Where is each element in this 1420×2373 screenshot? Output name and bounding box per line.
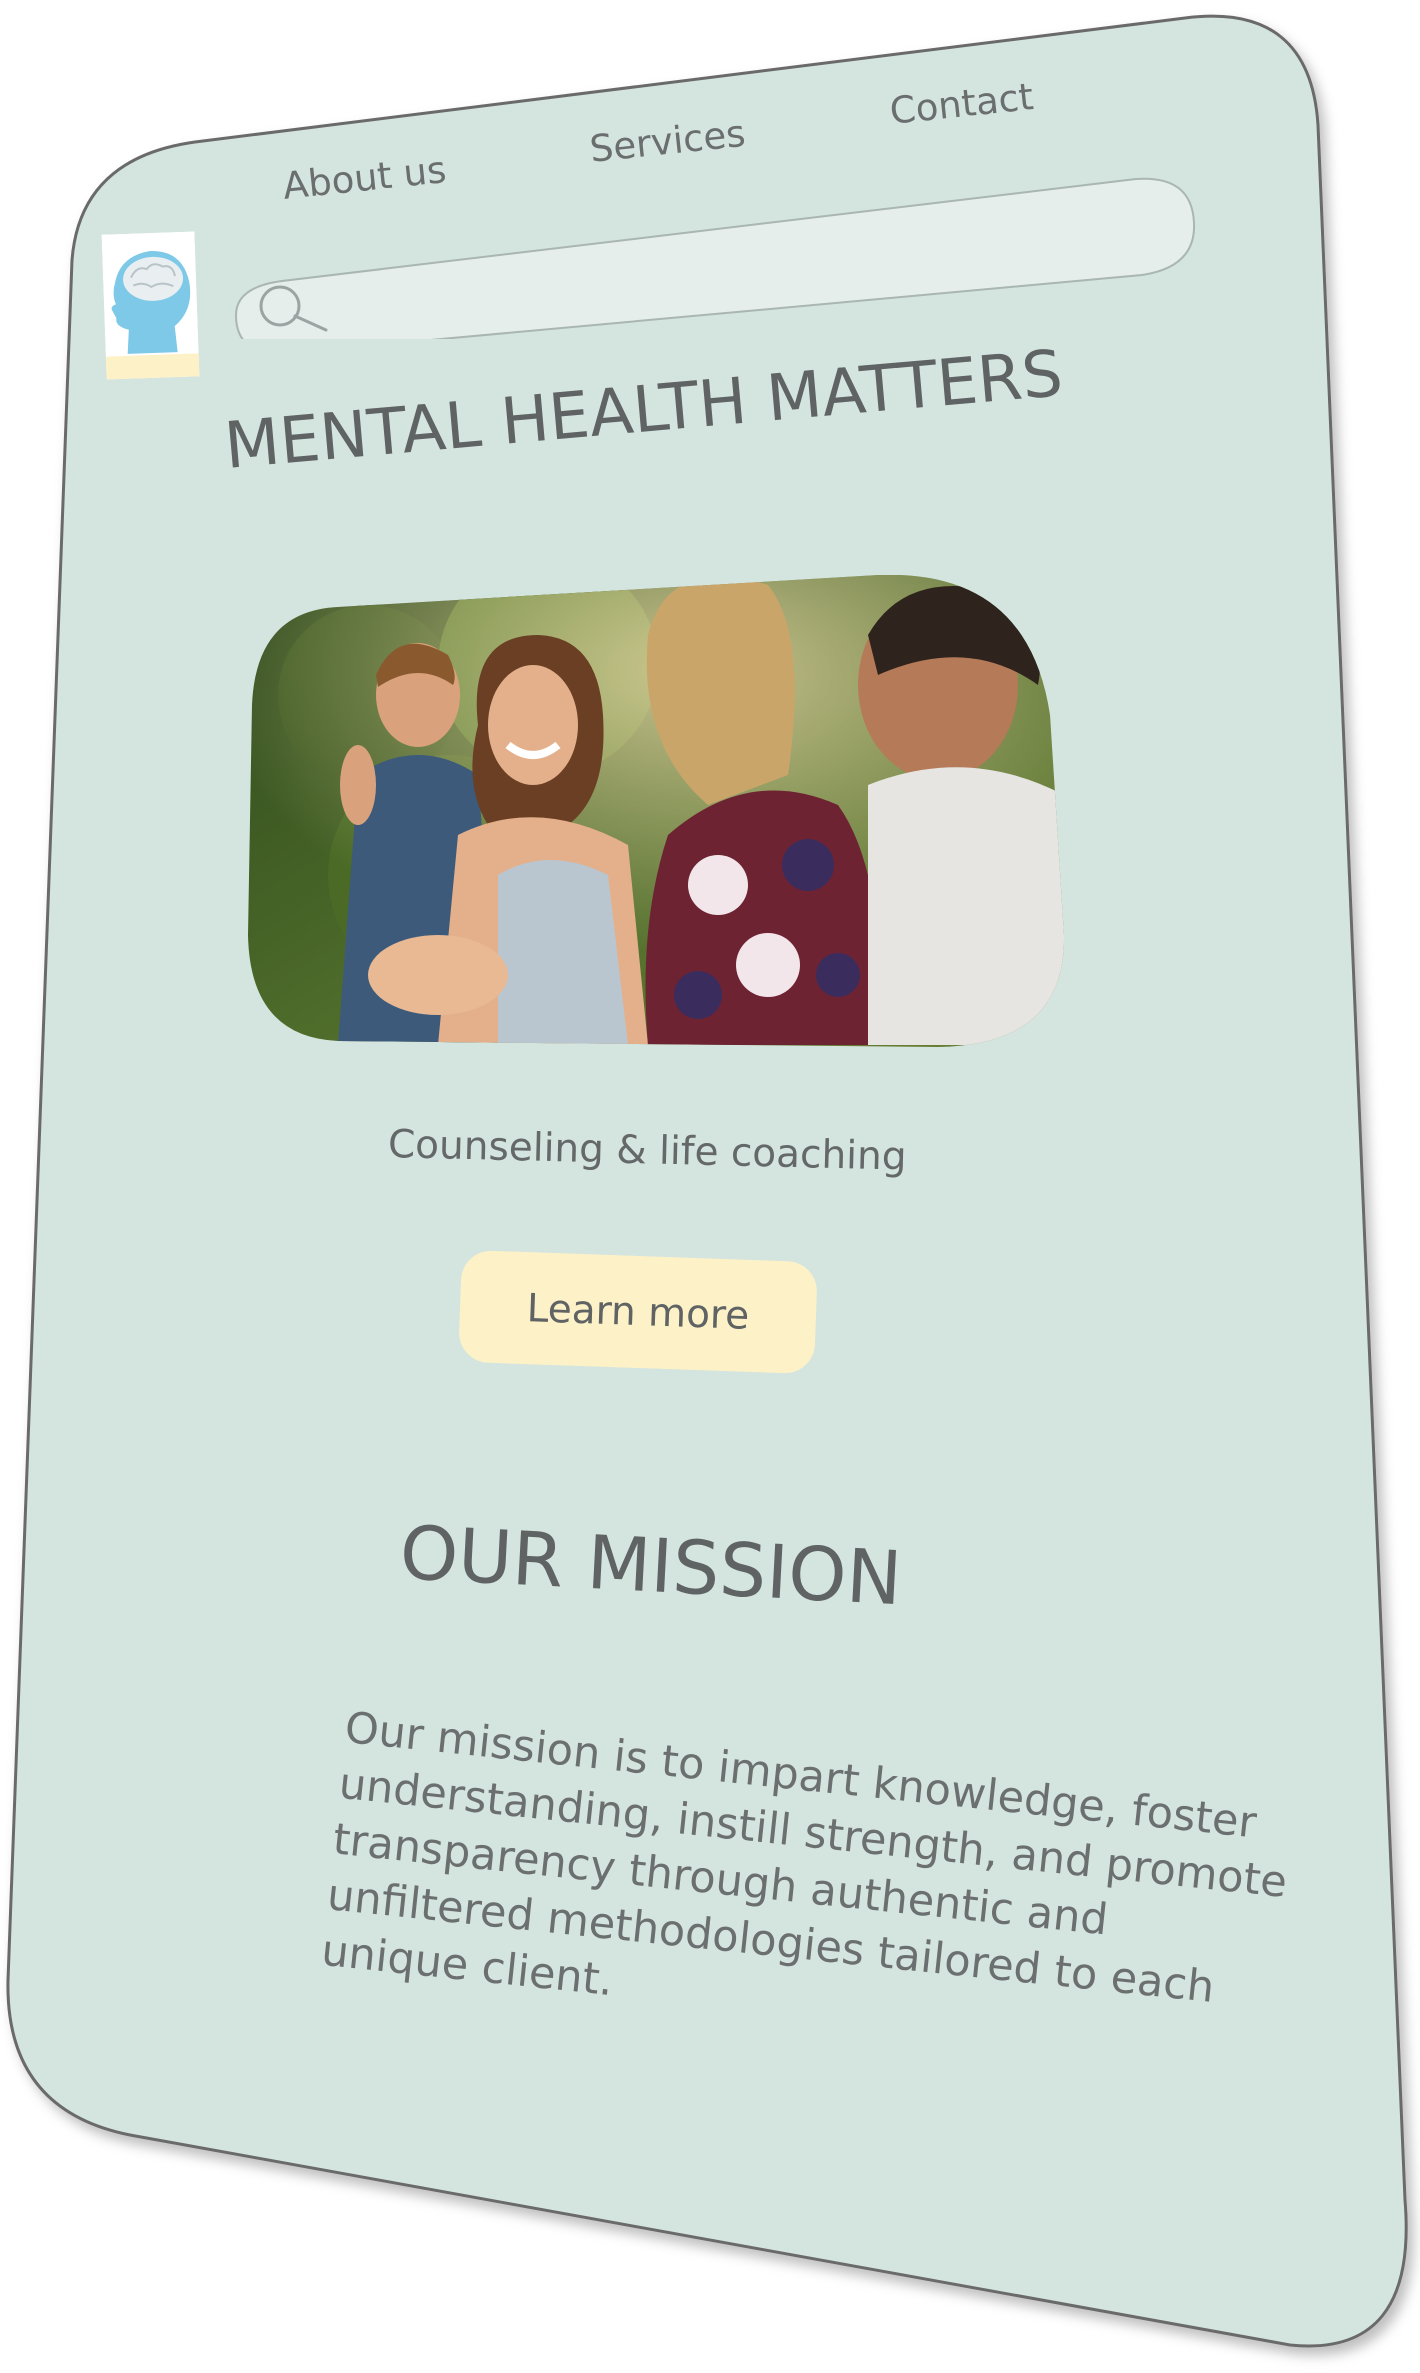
search-bar[interactable] (232, 175, 1212, 355)
search-icon[interactable] (254, 280, 334, 340)
page: About us Services Contact MENTAL HEALTH … (0, 0, 1420, 2373)
head-brain-logo-icon[interactable] (101, 231, 200, 380)
learn-more-button[interactable]: Learn more (458, 1249, 818, 1375)
hero-photo (248, 574, 1064, 1050)
